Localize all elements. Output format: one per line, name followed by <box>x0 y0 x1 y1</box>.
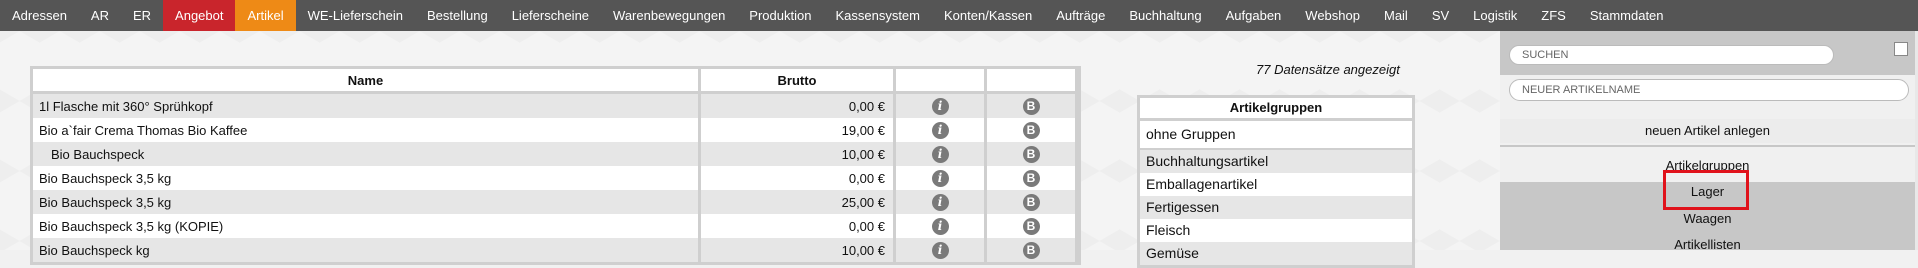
nav-item-konten-kassen[interactable]: Konten/Kassen <box>932 0 1044 31</box>
nav-item-produktion[interactable]: Produktion <box>737 0 823 31</box>
cell-name: Bio Bauchspeck 3,5 kg (KOPIE) <box>33 214 701 238</box>
cell-brutto: 0,00 € <box>699 214 896 238</box>
group-item[interactable]: Fleisch <box>1140 219 1412 242</box>
bitcoin-icon[interactable]: B <box>1022 217 1040 235</box>
cell-brutto: 0,00 € <box>699 92 896 118</box>
info-icon[interactable]: i <box>931 169 949 187</box>
bitcoin-icon[interactable]: B <box>1022 241 1040 259</box>
cell-brutto: 0,00 € <box>699 166 896 190</box>
bitcoin-icon[interactable]: B <box>1022 121 1040 139</box>
nav-item-adressen[interactable]: Adressen <box>0 0 79 31</box>
cell-brutto: 10,00 € <box>699 238 896 262</box>
cell-name: Bio Bauchspeck kg <box>33 238 701 262</box>
nav-item-bestellung[interactable]: Bestellung <box>415 0 500 31</box>
nav-item-aufgaben[interactable]: Aufgaben <box>1214 0 1294 31</box>
select-all-checkbox[interactable] <box>1894 42 1908 56</box>
group-item[interactable]: Emballagenartikel <box>1140 173 1412 196</box>
cell-name: Bio Bauchspeck 3,5 kg <box>33 190 701 214</box>
column-header-brutto[interactable]: Brutto <box>699 69 896 94</box>
table-row[interactable]: Bio Bauchspeck kg 10,00 € i B <box>33 238 1078 262</box>
table-row[interactable]: Bio Bauchspeck 10,00 € i B <box>33 142 1078 166</box>
cell-name: 1l Flasche mit 360° Sprühkopf <box>33 92 701 118</box>
cell-name: Bio Bauchspeck 3,5 kg <box>33 166 701 190</box>
info-icon[interactable]: i <box>931 121 949 139</box>
table-row[interactable]: Bio a`fair Crema Thomas Bio Kaffee 19,00… <box>33 118 1078 142</box>
info-icon[interactable]: i <box>931 193 949 211</box>
bitcoin-icon[interactable]: B <box>1022 145 1040 163</box>
info-icon[interactable]: i <box>931 217 949 235</box>
article-groups-panel: Artikelgruppen ohne Gruppen Buchhaltungs… <box>1137 95 1415 268</box>
divider <box>1500 145 1915 147</box>
nav-item-warenbewegungen[interactable]: Warenbewegungen <box>601 0 737 31</box>
search-input[interactable] <box>1509 45 1834 65</box>
nav-item-stammdaten[interactable]: Stammdaten <box>1578 0 1676 31</box>
table-row[interactable]: Bio Bauchspeck 3,5 kg 25,00 € i B <box>33 190 1078 214</box>
info-icon[interactable]: i <box>931 145 949 163</box>
nav-item-webshop[interactable]: Webshop <box>1293 0 1372 31</box>
cell-name: Bio Bauchspeck <box>33 142 701 166</box>
nav-item-auftraege[interactable]: Aufträge <box>1044 0 1117 31</box>
cell-brutto: 10,00 € <box>699 142 896 166</box>
nav-item-sv[interactable]: SV <box>1420 0 1461 31</box>
article-table-wrapper: Name Brutto 1l Flasche mit 360° Sprühkop… <box>30 66 1081 265</box>
nav-item-angebot[interactable]: Angebot <box>163 0 236 31</box>
table-row[interactable]: 1l Flasche mit 360° Sprühkopf 0,00 € i B <box>33 92 1078 118</box>
info-icon[interactable]: i <box>931 241 949 259</box>
bitcoin-icon[interactable]: B <box>1022 193 1040 211</box>
article-table: Name Brutto 1l Flasche mit 360° Sprühkop… <box>33 69 1078 262</box>
nav-item-zfs[interactable]: ZFS <box>1529 0 1578 31</box>
nav-item-ar[interactable]: AR <box>79 0 121 31</box>
cell-brutto: 19,00 € <box>699 118 896 142</box>
nav-item-artikel[interactable]: Artikel <box>235 0 296 31</box>
column-header-info <box>894 69 987 94</box>
column-header-name[interactable]: Name <box>33 69 701 94</box>
group-item[interactable]: Fertigessen <box>1140 196 1412 219</box>
group-item[interactable]: Gemüse <box>1140 242 1412 265</box>
menu-item-waagen[interactable]: Waagen <box>1500 211 1915 226</box>
nav-item-mail[interactable]: Mail <box>1372 0 1420 31</box>
nav-item-lieferscheine[interactable]: Lieferscheine <box>500 0 601 31</box>
cell-name: Bio a`fair Crema Thomas Bio Kaffee <box>33 118 701 142</box>
article-groups-header: Artikelgruppen <box>1140 98 1412 121</box>
info-icon[interactable]: i <box>931 97 949 115</box>
right-panel: neuen Artikel anlegen Artikelgruppen Lag… <box>1500 31 1918 252</box>
group-item[interactable]: ohne Gruppen <box>1140 121 1412 150</box>
table-row[interactable]: Bio Bauchspeck 3,5 kg (KOPIE) 0,00 € i B <box>33 214 1078 238</box>
top-navigation: Adressen AR ER Angebot Artikel WE-Liefer… <box>0 0 1918 31</box>
cell-brutto: 25,00 € <box>699 190 896 214</box>
column-header-b <box>985 69 1078 94</box>
new-article-button[interactable]: neuen Artikel anlegen <box>1500 119 1915 143</box>
nav-item-logistik[interactable]: Logistik <box>1461 0 1529 31</box>
new-article-name-input[interactable] <box>1509 79 1909 101</box>
nav-item-er[interactable]: ER <box>121 0 163 31</box>
nav-item-kassensystem[interactable]: Kassensystem <box>823 0 932 31</box>
group-item[interactable]: Buchhaltungsartikel <box>1140 150 1412 173</box>
nav-item-we-lieferschein[interactable]: WE-Lieferschein <box>296 0 415 31</box>
table-row[interactable]: Bio Bauchspeck 3,5 kg 0,00 € i B <box>33 166 1078 190</box>
record-count: 77 Datensätze angezeigt <box>1256 62 1400 77</box>
highlight-box <box>1663 170 1749 210</box>
nav-item-buchhaltung[interactable]: Buchhaltung <box>1117 0 1213 31</box>
bitcoin-icon[interactable]: B <box>1022 169 1040 187</box>
bitcoin-icon[interactable]: B <box>1022 97 1040 115</box>
